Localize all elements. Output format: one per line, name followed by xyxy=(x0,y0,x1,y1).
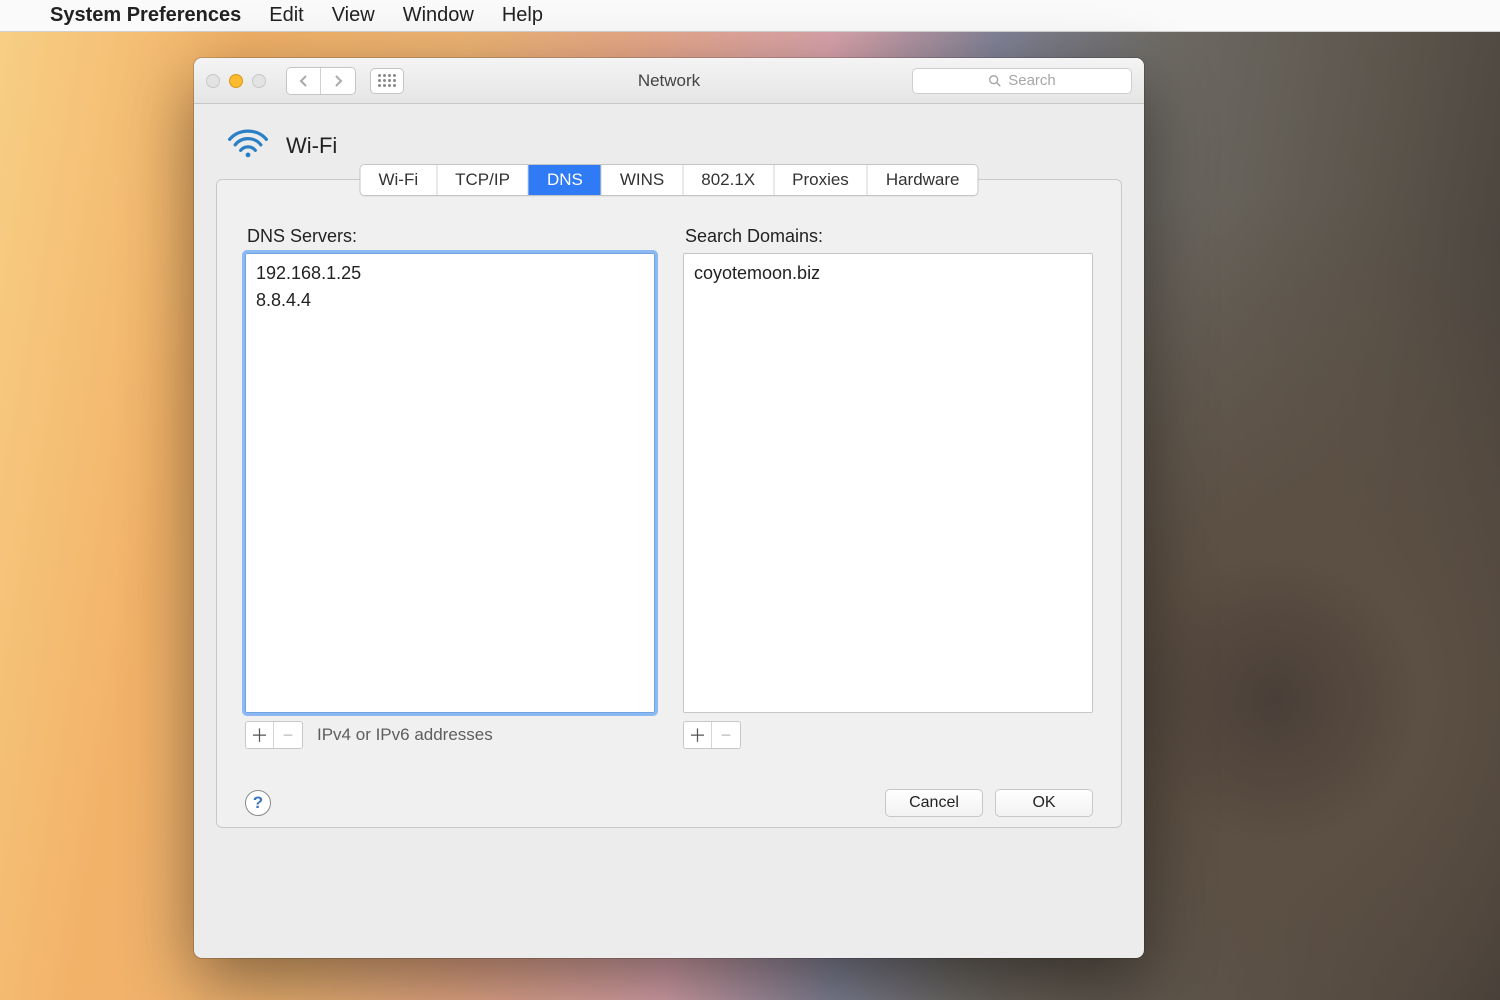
preferences-window: Network Search Wi-Fi Wi-Fi TCP/ xyxy=(194,58,1144,958)
tab-proxies[interactable]: Proxies xyxy=(774,165,868,195)
back-button[interactable] xyxy=(287,68,321,94)
window-titlebar[interactable]: Network Search xyxy=(194,58,1144,104)
tab-tcpip[interactable]: TCP/IP xyxy=(437,165,529,195)
dns-servers-list[interactable]: 192.168.1.25 8.8.4.4 xyxy=(245,253,655,713)
search-domains-list[interactable]: coyotemoon.biz xyxy=(683,253,1093,713)
zoom-window-button[interactable] xyxy=(252,74,266,88)
chevron-right-icon xyxy=(333,75,343,87)
minus-icon: − xyxy=(283,725,294,746)
menubar-item-view[interactable]: View xyxy=(332,4,375,27)
advanced-panel: Wi-Fi TCP/IP DNS WINS 802.1X Proxies Har… xyxy=(216,179,1122,828)
show-all-prefs-button[interactable] xyxy=(370,68,404,94)
wifi-icon xyxy=(226,126,270,165)
dns-servers-label: DNS Servers: xyxy=(247,226,655,247)
macos-menubar: System Preferences Edit View Window Help xyxy=(0,0,1500,32)
add-dns-server-button[interactable]: ＋ xyxy=(246,722,274,748)
grid-icon xyxy=(378,74,396,87)
connection-name: Wi-Fi xyxy=(286,133,337,159)
search-field[interactable]: Search xyxy=(912,68,1132,94)
remove-dns-server-button[interactable]: − xyxy=(274,722,302,748)
search-domains-pm: ＋ − xyxy=(683,721,741,749)
tab-8021x[interactable]: 802.1X xyxy=(683,165,774,195)
dns-server-entry[interactable]: 8.8.4.4 xyxy=(256,287,644,314)
add-search-domain-button[interactable]: ＋ xyxy=(684,722,712,748)
close-window-button[interactable] xyxy=(206,74,220,88)
menubar-item-help[interactable]: Help xyxy=(502,4,543,27)
plus-icon: ＋ xyxy=(689,722,707,748)
tab-hardware[interactable]: Hardware xyxy=(868,165,978,195)
search-placeholder: Search xyxy=(1008,72,1056,89)
minimize-window-button[interactable] xyxy=(229,74,243,88)
advanced-tabset: Wi-Fi TCP/IP DNS WINS 802.1X Proxies Har… xyxy=(359,164,978,196)
plus-icon: ＋ xyxy=(251,722,269,748)
help-icon: ? xyxy=(253,793,263,813)
menubar-item-edit[interactable]: Edit xyxy=(269,4,303,27)
dns-server-entry[interactable]: 192.168.1.25 xyxy=(256,260,644,287)
cancel-button[interactable]: Cancel xyxy=(885,789,983,817)
tab-dns[interactable]: DNS xyxy=(529,165,602,195)
search-icon xyxy=(988,74,1002,88)
dns-servers-pm: ＋ − xyxy=(245,721,303,749)
menubar-app-name[interactable]: System Preferences xyxy=(50,4,241,27)
tab-wins[interactable]: WINS xyxy=(602,165,683,195)
dns-hint: IPv4 or IPv6 addresses xyxy=(317,725,493,745)
tab-wifi[interactable]: Wi-Fi xyxy=(360,165,437,195)
menubar-item-window[interactable]: Window xyxy=(403,4,474,27)
remove-search-domain-button[interactable]: − xyxy=(712,722,740,748)
search-domain-entry[interactable]: coyotemoon.biz xyxy=(694,260,1082,287)
search-domains-label: Search Domains: xyxy=(685,226,1093,247)
ok-button[interactable]: OK xyxy=(995,789,1093,817)
window-traffic-lights xyxy=(206,74,266,88)
toolbar-nav-buttons xyxy=(286,67,356,95)
minus-icon: − xyxy=(721,725,732,746)
help-button[interactable]: ? xyxy=(245,790,271,816)
chevron-left-icon xyxy=(299,75,309,87)
forward-button[interactable] xyxy=(321,68,355,94)
